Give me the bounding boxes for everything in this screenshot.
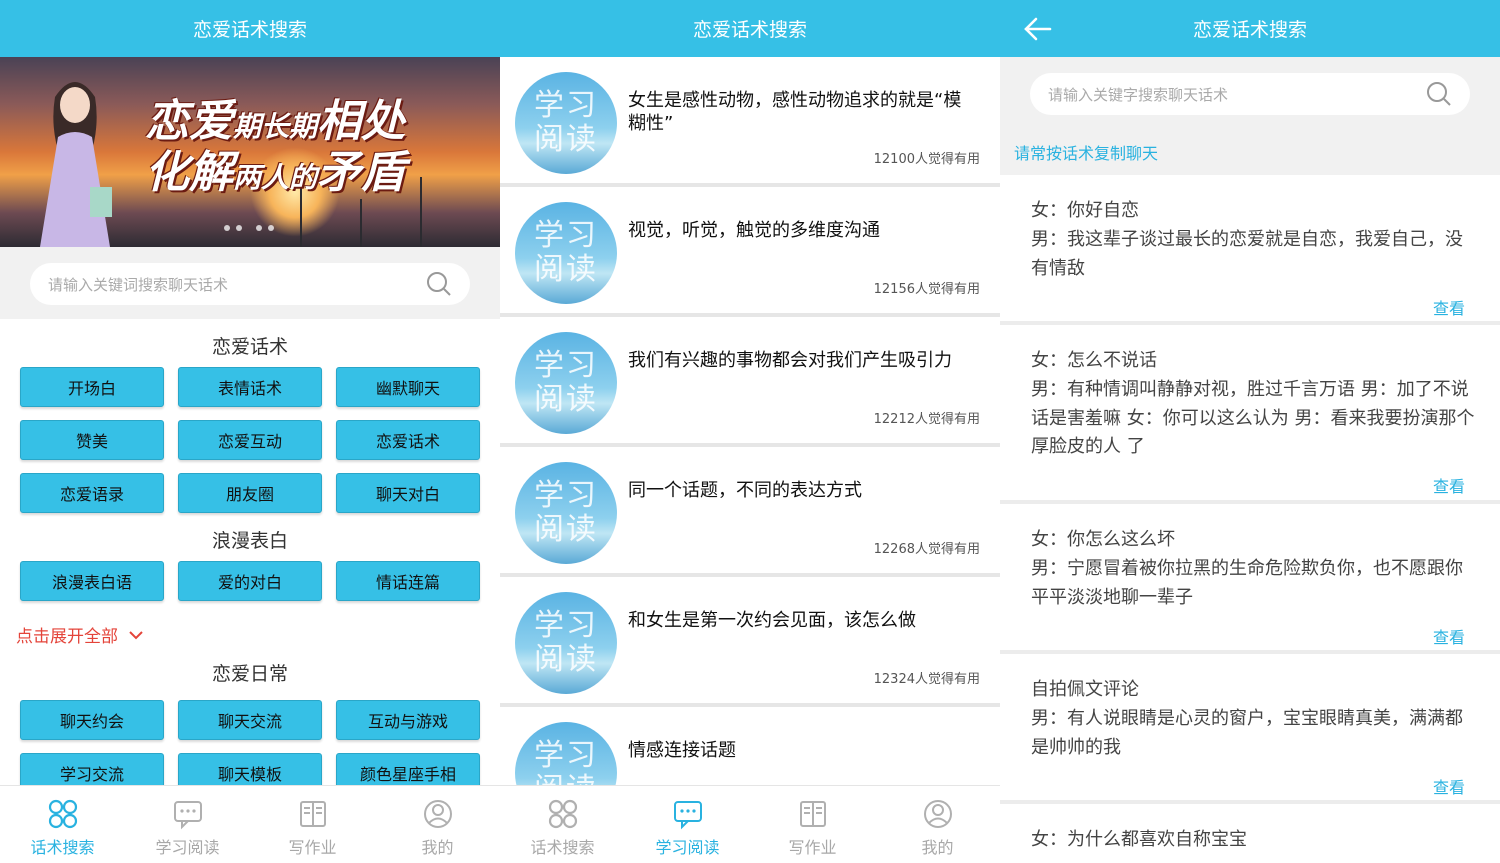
article-thumbnail: 学习阅读 (515, 202, 617, 304)
category-button[interactable]: 聊天交流 (178, 700, 322, 740)
grid-icon (548, 799, 577, 829)
view-link[interactable]: 查看 (1433, 774, 1465, 798)
tab-reading[interactable]: 学习阅读 (625, 786, 750, 863)
section-title: 恋爱日常 (211, 663, 288, 685)
wind-turbine (360, 199, 362, 247)
page-title: 恋爱话术搜索 (1192, 19, 1307, 41)
book-icon (299, 801, 326, 827)
phrase-text: 自拍佩文评论 男：有人说眼睛是心灵的窗户，宝宝眼睛真美，满满都是帅帅的我 (1031, 679, 1463, 758)
phrase-card[interactable]: 女：你好自恋 男：我这辈子谈过最长的恋爱就是自恋，我爱自己，没有情敌 查看 (1000, 175, 1500, 325)
phrase-card[interactable]: 女：怎么不说话 男：有种情调叫静静对视，胜过千言万语 男：加了不说话是害羞嘛 女… (1000, 325, 1500, 504)
girl-illustration (40, 82, 112, 247)
bottom-tab-bar: 话术搜索 学习阅读 写作业 我的 (0, 785, 500, 863)
category-button[interactable]: 恋爱互动 (178, 420, 322, 460)
category-button[interactable]: 浪漫表白语 (20, 561, 164, 601)
tab-profile[interactable]: 我的 (875, 786, 1000, 863)
article-item[interactable]: 学习 阅读 和女生是第一次约会见面，该怎么做 12324人觉得有用 (500, 577, 1000, 707)
article-count: 12324人觉得有用 (873, 672, 980, 687)
article-item[interactable]: 学习 阅读 我们有兴趣的事物都会对我们产生吸引力 12212人觉得有用 (500, 317, 1000, 447)
article-item[interactable]: 学习 阅读 视觉，听觉，触觉的多维度沟通 12156人觉得有用 (500, 187, 1000, 317)
article-thumbnail: 学习阅读 (515, 592, 617, 694)
category-button[interactable]: 聊天对白 (336, 473, 480, 513)
tab-homework[interactable]: 写作业 (750, 786, 875, 863)
article-thumbnail: 学习阅读 (515, 332, 617, 434)
grid-icon (48, 799, 77, 829)
phrase-card[interactable]: 女：你怎么这么坏 男：宁愿冒着被你拉黑的生命危险欺负你，也不愿跟你平平淡淡地聊一… (1000, 504, 1500, 654)
tab-reading[interactable]: 学习阅读 (125, 786, 250, 863)
expand-all-link[interactable]: 点击展开全部 (16, 622, 144, 647)
book-icon (799, 801, 826, 827)
phrase-text: 女：怎么不说话 男：有种情调叫静静对视，胜过千言万语 男：加了不说话是害羞嘛 女… (1031, 350, 1475, 458)
article-item[interactable]: 学习 阅读 女生是感性动物，感性动物追求的就是“模糊性” 12100人觉得有用 (500, 57, 1000, 187)
category-button[interactable]: 聊天约会 (20, 700, 164, 740)
category-button[interactable]: 爱的对白 (178, 561, 322, 601)
title-bar: 恋爱话术搜索 (500, 0, 1000, 57)
search-input[interactable]: 请输入关键词搜索聊天话术 (30, 263, 470, 305)
user-icon (423, 800, 452, 828)
search-input[interactable]: 请输入关键字搜索聊天话术 (1030, 73, 1470, 115)
article-count: 12156人觉得有用 (873, 282, 980, 297)
page-title: 恋爱话术搜索 (192, 19, 307, 41)
article-item[interactable]: 学习 阅读 同一个话题，不同的表达方式 12268人觉得有用 (500, 447, 1000, 577)
article-thumbnail: 学习阅读 (515, 462, 617, 564)
category-button[interactable]: 恋爱语录 (20, 473, 164, 513)
user-icon (923, 800, 952, 828)
view-link[interactable]: 查看 (1433, 473, 1465, 497)
article-thumbnail: 学习阅读 (515, 72, 617, 174)
banner-carousel[interactable]: 恋爱期长期相处 化解两人的矛盾 (0, 57, 500, 247)
results-screen: 恋爱话术搜索 请输入关键字搜索聊天话术 请常按话术复制聊天 女：你好自恋 男：我… (1000, 0, 1500, 863)
wind-turbine (420, 177, 422, 247)
chat-icon (673, 801, 702, 830)
article-title: 情感连接话题 (628, 740, 736, 761)
category-button[interactable]: 恋爱话术 (336, 420, 480, 460)
category-button[interactable]: 情话连篇 (336, 561, 480, 601)
reading-screen: 恋爱话术搜索 学习 阅读 女生是感性动物，感性动物追求的就是“模糊性” 12100… (500, 0, 1000, 863)
section-title: 浪漫表白 (211, 530, 288, 552)
search-screen: 恋爱话术搜索 恋爱期长期相处 化解两人的矛盾 请输入关键词搜索聊天话术 恋爱话术… (0, 0, 500, 863)
section-title: 恋爱话术 (211, 336, 288, 358)
phrase-text: 女：为什么都喜欢自称宝宝 (1031, 829, 1247, 850)
copy-hint: 请常按话术复制聊天 (1000, 129, 1500, 175)
article-count: 12212人觉得有用 (873, 412, 980, 427)
page-title: 恋爱话术搜索 (692, 19, 807, 41)
article-title: 视觉，听觉，触觉的多维度沟通 (628, 220, 880, 241)
bottom-tab-bar: 话术搜索 学习阅读 写作业 我的 (500, 785, 1000, 863)
title-bar: 恋爱话术搜索 (1000, 0, 1500, 57)
chat-icon (173, 801, 202, 830)
article-title: 和女生是第一次约会见面，该怎么做 (628, 610, 916, 631)
phrase-card[interactable]: 女：为什么都喜欢自称宝宝 (1000, 804, 1500, 863)
category-button[interactable]: 赞美 (20, 420, 164, 460)
back-arrow-icon[interactable] (1022, 14, 1054, 44)
tab-homework[interactable]: 写作业 (250, 786, 375, 863)
article-count: 12100人觉得有用 (873, 152, 980, 167)
search-icon[interactable] (426, 271, 452, 297)
tab-search[interactable]: 话术搜索 (0, 786, 125, 863)
phrase-text: 女：你怎么这么坏 男：宁愿冒着被你拉黑的生命危险欺负你，也不愿跟你平平淡淡地聊一… (1031, 529, 1463, 608)
category-button[interactable]: 朋友圈 (178, 473, 322, 513)
category-button[interactable]: 幽默聊天 (336, 367, 480, 407)
view-link[interactable]: 查看 (1433, 624, 1465, 648)
search-area: 请输入关键词搜索聊天话术 (0, 247, 500, 319)
view-link[interactable]: 查看 (1433, 295, 1465, 319)
article-title: 同一个话题，不同的表达方式 (628, 480, 862, 501)
category-button[interactable]: 开场白 (20, 367, 164, 407)
phrase-card[interactable]: 自拍佩文评论 男：有人说眼睛是心灵的窗户，宝宝眼睛真美，满满都是帅帅的我 查看 (1000, 654, 1500, 804)
category-button[interactable]: 互动与游戏 (336, 700, 480, 740)
search-area: 请输入关键字搜索聊天话术 (1000, 57, 1500, 129)
title-bar: 恋爱话术搜索 (0, 0, 500, 57)
category-button[interactable]: 表情话术 (178, 367, 322, 407)
article-title: 我们有兴趣的事物都会对我们产生吸引力 (628, 350, 952, 371)
search-icon[interactable] (1426, 81, 1452, 107)
article-title: 女生是感性动物，感性动物追求的就是“模糊性” (628, 90, 962, 135)
tab-search[interactable]: 话术搜索 (500, 786, 625, 863)
article-count: 12268人觉得有用 (873, 542, 980, 557)
carousel-indicator[interactable] (224, 225, 274, 231)
tab-profile[interactable]: 我的 (375, 786, 500, 863)
phrase-text: 女：你好自恋 男：我这辈子谈过最长的恋爱就是自恋，我爱自己，没有情敌 (1031, 200, 1463, 279)
chevron-down-icon (129, 630, 143, 639)
banner-slogan: 恋爱期长期相处 化解两人的矛盾 (145, 96, 406, 198)
